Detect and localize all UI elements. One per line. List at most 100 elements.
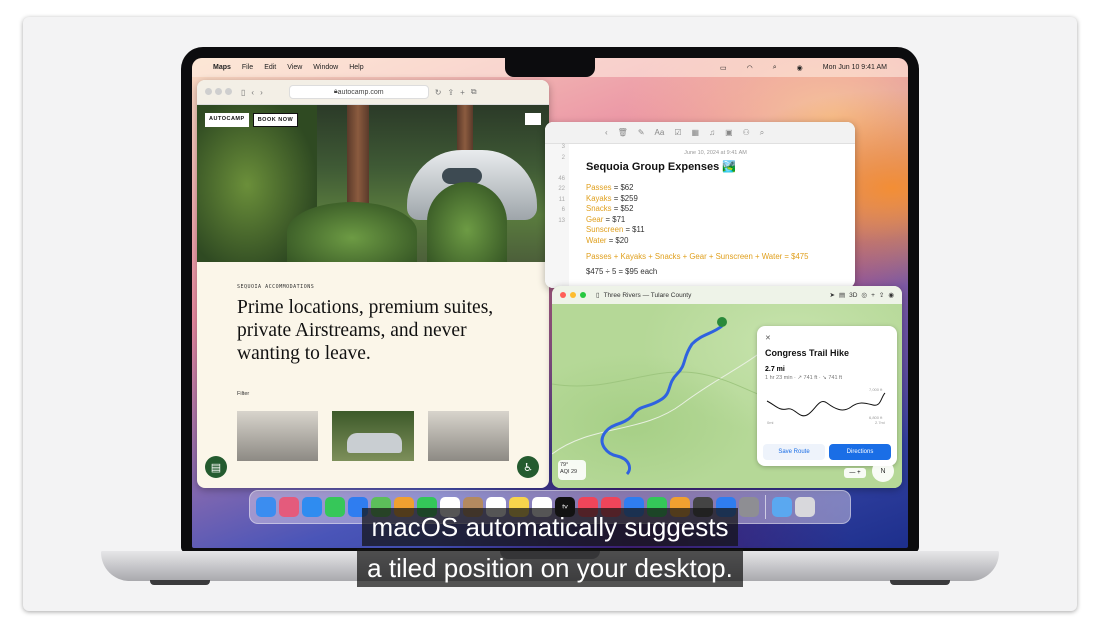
share-icon[interactable]: ⇪ [879,291,884,299]
sidebar-toggle-icon[interactable]: ▯ [241,88,245,97]
trail-title: Congress Trail Hike [765,348,850,358]
audio-icon[interactable]: ♫ [709,128,715,137]
collaborate-icon[interactable]: ⚇ [743,128,750,137]
bush [427,182,507,262]
back-icon[interactable]: ‹ [605,128,608,137]
window-controls[interactable] [205,87,235,97]
hike-route [600,324,723,476]
zoom-window-button[interactable] [580,292,586,298]
subtitle-line-1: macOS automatically suggests [361,508,739,546]
safari-toolbar: ▯ ‹ › 🔒︎ autocamp.com ↻ ⇪ + ⧉ [197,80,549,105]
safari-window[interactable]: ▯ ‹ › 🔒︎ autocamp.com ↻ ⇪ + ⧉ AUTOCAMP B… [197,80,549,488]
hero-image: AUTOCAMP BOOK NOW [197,105,549,262]
close-window-button[interactable] [560,292,566,298]
menu-help[interactable]: Help [349,64,363,71]
add-icon[interactable]: + [871,292,875,299]
control-center-icon[interactable]: ◉ [797,64,803,72]
site-logo[interactable]: AUTOCAMP [205,113,249,127]
hamburger-menu-icon[interactable] [525,113,541,125]
look-around-icon[interactable]: ◎ [861,291,867,299]
sum-line: Passes + Kayaks + Snacks + Gear + Sunscr… [586,252,845,261]
search-icon[interactable]: ⌕ [760,128,764,138]
air-quality: AQI 29 [560,469,578,475]
filter-link[interactable]: Filter [237,391,509,397]
accessibility-icon[interactable]: ♿︎ [517,456,539,478]
sidebar-toggle-icon[interactable]: ▯ [596,291,600,299]
gutter-number: 46 [558,175,565,182]
delete-icon[interactable]: 🗑︎ [618,128,628,137]
suite-thumbnail[interactable] [237,411,319,461]
table-icon[interactable]: ▦ [692,128,700,137]
note-body[interactable]: June 10, 2024 at 9:41 AM Sequoia Group E… [586,150,845,276]
weather-widget[interactable]: 79° AQI 29 [558,460,586,480]
menu-edit[interactable]: Edit [264,64,276,71]
url-text: autocamp.com [337,88,384,96]
format-icon[interactable]: Aa [655,128,665,137]
maps-window[interactable]: ▯ Three Rivers — Tulare County ➤ ▤ 3D ◎ … [552,286,902,488]
gutter-number: 2 [561,154,565,161]
compass-icon[interactable]: N [872,460,894,482]
menu-view[interactable]: View [287,64,302,71]
expense-value: = $71 [605,214,626,224]
gutter-number: 13 [558,217,565,224]
address-bar[interactable]: 🔒︎ autocamp.com [288,85,429,99]
trail-distance: 2.7 mi [765,366,785,373]
expense-line: Kayaks = $259 [586,194,845,205]
menu-datetime[interactable]: Mon Jun 10 9:41 AM [823,64,887,71]
close-icon[interactable]: ✕ [765,334,889,342]
new-tab-icon[interactable]: + [460,88,465,97]
distance-end-label: 2.7mi [875,420,885,425]
section-eyebrow: SEQUOIA ACCOMMODATIONS [237,284,315,290]
battery-icon[interactable]: ▭ [720,64,727,72]
book-now-button[interactable]: BOOK NOW [252,113,299,127]
temperature: 79° [560,462,569,468]
checklist-icon[interactable]: ☑︎ [674,128,681,137]
page-headline: Prime locations, premium suites, private… [237,297,494,364]
gutter-number: 6 [561,207,565,213]
menu-app-name[interactable]: Maps [213,64,231,71]
notes-window[interactable]: ‹ 🗑︎ ✎ Aa ☑︎ ▦ ♫ ▣ ⚇ ⌕ 3 2 46 22 11 6 13… [545,122,855,288]
search-icon[interactable]: ⌕ [773,64,777,72]
account-icon[interactable]: ◉ [888,291,894,299]
back-icon[interactable]: ‹ [251,88,254,97]
trail-actions: Save Route Directions [763,444,891,460]
chat-icon[interactable]: ▤ [205,456,227,478]
accommodation-thumbnails [237,411,509,461]
map-mode-icon[interactable]: ▤ [839,291,845,299]
zoom-control[interactable]: — + [844,468,866,478]
expense-name: Kayaks [586,193,612,203]
gutter-number: 11 [558,196,565,203]
trail-stats: 1 hr 23 min · ↗ 741 ft · ↘ 741 ft [765,375,843,381]
notes-toolbar: ‹ 🗑︎ ✎ Aa ☑︎ ▦ ♫ ▣ ⚇ ⌕ [545,122,855,144]
bush [287,202,417,262]
tabs-overview-icon[interactable]: ⧉ [471,87,477,97]
bedroom-thumbnail[interactable] [427,411,509,461]
airstream-thumbnail[interactable] [332,411,414,461]
expense-value: = $52 [613,204,634,213]
3d-button[interactable]: 3D [849,292,857,299]
expense-list: Passes = $62 Kayaks = $259 Snacks = $52 … [586,183,845,246]
reload-icon[interactable]: ↻ [435,88,442,97]
menu-window[interactable]: Window [313,64,338,71]
expense-line: Sunscreen = $11 [586,225,845,236]
wifi-icon[interactable]: ◠ [747,64,753,72]
media-icon[interactable]: ▣ [725,128,733,137]
expense-value: = $11 [625,225,645,234]
edit-icon[interactable]: ✎ [638,128,645,137]
menu-file[interactable]: File [242,64,253,71]
forward-icon[interactable]: › [260,88,263,97]
location-arrow-icon[interactable]: ➤ [829,291,834,299]
note-title: Sequoia Group Expenses 🏞️ [586,161,737,173]
expense-line: Snacks = $52 [586,204,845,215]
share-icon[interactable]: ⇪ [447,88,454,97]
minimize-window-button[interactable] [570,292,576,298]
expense-line: Gear = $71 [586,215,845,226]
directions-button[interactable]: Directions [829,444,891,460]
expense-value: = $259 [613,193,638,203]
expense-line: Water = $20 [586,236,845,247]
map-canvas[interactable]: ✕ Congress Trail Hike 2.7 mi 1 hr 23 min… [552,304,902,488]
save-route-button[interactable]: Save Route [763,444,825,460]
expense-line: Passes = $62 [586,183,845,194]
camera-notch [505,58,595,77]
subtitles: macOS automatically suggests a tiled pos… [0,508,1100,587]
